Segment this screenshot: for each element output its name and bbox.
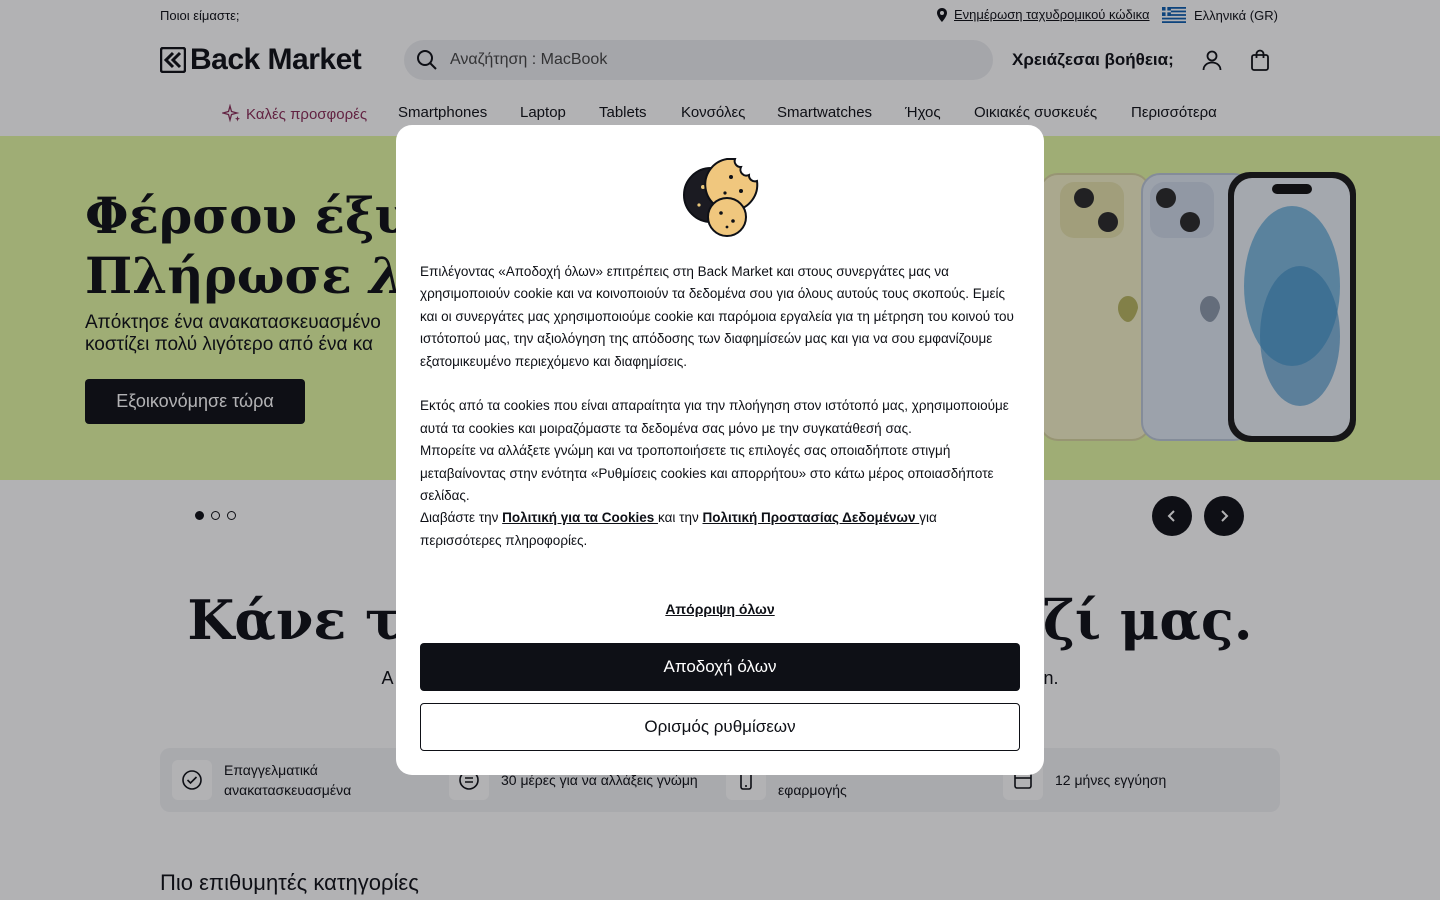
cookie-settings-button[interactable]: Ορισμός ρυθμίσεων	[420, 703, 1020, 751]
policy-middle: και την	[658, 510, 703, 526]
cookie-policy-link[interactable]: Πολιτική για τα Cookies	[502, 510, 658, 525]
cookies-illustration-icon	[683, 158, 759, 237]
policy-prefix: Διαβάστε την	[420, 510, 503, 526]
consent-paragraph-3: Μπορείτε να αλλάξετε γνώμη και να τροποπ…	[420, 443, 994, 504]
cookie-consent-dialog: Επιλέγοντας «Αποδοχή όλων» επιτρέπεις στ…	[396, 125, 1044, 775]
privacy-policy-link[interactable]: Πολιτική Προστασίας Δεδομένων	[703, 510, 920, 525]
consent-paragraph-1: Επιλέγοντας «Αποδοχή όλων» επιτρέπεις στ…	[420, 264, 1014, 369]
accept-all-button[interactable]: Αποδοχή όλων	[420, 643, 1020, 691]
cookie-consent-text: Επιλέγοντας «Αποδοχή όλων» επιτρέπεις στ…	[420, 261, 1020, 552]
reject-all-link[interactable]: Απόρριψη όλων	[396, 601, 1044, 617]
consent-paragraph-4: Διαβάστε την Πολιτική για τα Cookies και…	[420, 507, 1020, 552]
consent-paragraph-2: Εκτός από τα cookies που είναι απαραίτητ…	[420, 398, 1009, 436]
